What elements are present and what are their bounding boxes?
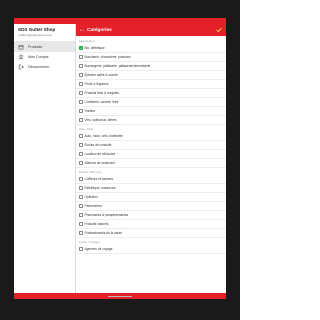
checkbox[interactable] bbox=[79, 247, 83, 251]
category-label: Location de véhicules bbox=[84, 152, 116, 156]
screen: SDS Gutter Shop mailbox@sdsgutter.co.uk … bbox=[14, 18, 226, 299]
category-row[interactable]: Professionnels de la santé bbox=[76, 229, 226, 238]
checkbox[interactable] bbox=[79, 82, 83, 86]
checkbox[interactable] bbox=[79, 186, 83, 190]
sidebar-item-label: Déconnexion bbox=[28, 65, 49, 69]
sidebar-item-account[interactable]: Mon Compte bbox=[14, 52, 75, 62]
category-label: Esthétique, manucure bbox=[84, 186, 116, 190]
category-row[interactable]: Parfumeries bbox=[76, 202, 226, 211]
confirm-check-icon[interactable] bbox=[215, 26, 223, 34]
section-header: Beauté / Bien-être bbox=[79, 169, 102, 174]
category-list: Alimentation Bio, diététique Boucherie, ch… bbox=[76, 36, 226, 254]
checkbox[interactable] bbox=[79, 204, 83, 208]
category-label: Épicerie salée & sucrée bbox=[84, 73, 119, 77]
category-row[interactable]: Bio, diététique bbox=[76, 44, 226, 53]
checkbox[interactable] bbox=[79, 55, 83, 59]
box-icon bbox=[18, 44, 24, 50]
section-header: Auto / Moto bbox=[79, 126, 94, 131]
category-label: Boucherie, charcuterie, poissons bbox=[84, 55, 131, 59]
page-title: Catégories bbox=[87, 27, 112, 33]
checkbox[interactable] bbox=[79, 134, 83, 138]
home-indicator bbox=[108, 296, 132, 297]
category-label: Produits frais & surgelés bbox=[84, 91, 120, 95]
category-row[interactable]: Écoles de conduite bbox=[76, 141, 226, 150]
category-row[interactable]: Auto, moto, vélo, trottinette bbox=[76, 132, 226, 141]
category-row[interactable]: Pharmacies & parapharmacies bbox=[76, 211, 226, 220]
category-label: Traiteur bbox=[84, 109, 96, 113]
category-label: Confiserie, caviste, thés bbox=[84, 100, 119, 104]
checkbox[interactable] bbox=[79, 143, 83, 147]
category-label: Agences de voyage bbox=[84, 247, 113, 251]
sidebar: SDS Gutter Shop mailbox@sdsgutter.co.uk … bbox=[14, 24, 76, 293]
shop-email: mailbox@sdsgutter.co.uk bbox=[18, 33, 52, 37]
logout-icon bbox=[18, 64, 24, 70]
checkbox[interactable] bbox=[79, 73, 83, 77]
category-label: Auto, moto, vélo, trottinette bbox=[84, 134, 123, 138]
checkbox[interactable] bbox=[79, 195, 83, 199]
checkbox[interactable] bbox=[79, 152, 83, 156]
checkbox-checked[interactable] bbox=[79, 46, 83, 50]
checkbox[interactable] bbox=[79, 161, 83, 165]
checkbox[interactable] bbox=[79, 91, 83, 95]
category-label: Stations de carburant bbox=[84, 161, 115, 165]
checkbox[interactable] bbox=[79, 231, 83, 235]
checkbox[interactable] bbox=[79, 109, 83, 113]
checkbox[interactable] bbox=[79, 100, 83, 104]
category-row[interactable]: Confiserie, caviste, thés bbox=[76, 98, 226, 107]
category-row[interactable]: Agences de voyage bbox=[76, 245, 226, 254]
sidebar-item-logout[interactable]: Déconnexion bbox=[14, 62, 75, 72]
section-header: Loisirs / Voyages bbox=[79, 239, 101, 244]
category-row[interactable]: Esthétique, manucure bbox=[76, 184, 226, 193]
category-label: Bio, diététique bbox=[84, 46, 105, 50]
category-row[interactable]: Vins, spiritueux, bières bbox=[76, 116, 226, 125]
user-icon bbox=[18, 54, 24, 60]
category-row[interactable]: Produits naturels bbox=[76, 220, 226, 229]
checkbox[interactable] bbox=[79, 64, 83, 68]
category-label: Écoles de conduite bbox=[84, 143, 112, 147]
sidebar-item-products[interactable]: Products bbox=[14, 42, 75, 52]
sidebar-item-label: Products bbox=[28, 45, 43, 49]
category-row[interactable]: Stations de carburant bbox=[76, 159, 226, 168]
category-row[interactable]: Location de véhicules bbox=[76, 150, 226, 159]
categories-panel: ← Catégories Alimentation Bio, diététique… bbox=[76, 24, 226, 293]
category-label: Parfumeries bbox=[84, 204, 102, 208]
category-row[interactable]: Fruits & légumes bbox=[76, 80, 226, 89]
category-row[interactable]: Boulangerie, pâtisserie, pâtisserie/vien… bbox=[76, 62, 226, 71]
category-row[interactable]: Produits frais & surgelés bbox=[76, 89, 226, 98]
category-label: Coiffeurs et barbiers bbox=[84, 177, 114, 181]
section-header: Alimentation bbox=[79, 38, 95, 43]
category-label: Fruits & légumes bbox=[84, 82, 109, 86]
category-label: Opticiens bbox=[84, 195, 98, 199]
category-row[interactable]: Boucherie, charcuterie, poissons bbox=[76, 53, 226, 62]
category-label: Vins, spiritueux, bières bbox=[84, 118, 117, 122]
checkmark-icon bbox=[80, 47, 82, 49]
category-label: Pharmacies & parapharmacies bbox=[84, 213, 129, 217]
category-label: Professionnels de la santé bbox=[84, 231, 122, 235]
checkbox[interactable] bbox=[79, 118, 83, 122]
tablet-frame: SDS Gutter Shop mailbox@sdsgutter.co.uk … bbox=[0, 0, 240, 320]
category-row[interactable]: Épicerie salée & sucrée bbox=[76, 71, 226, 80]
checkbox[interactable] bbox=[79, 222, 83, 226]
category-label: Boulangerie, pâtisserie, pâtisserie/vien… bbox=[84, 64, 151, 68]
back-arrow-icon[interactable]: ← bbox=[79, 27, 87, 33]
category-row[interactable]: Traiteur bbox=[76, 107, 226, 116]
category-row[interactable]: Coiffeurs et barbiers bbox=[76, 175, 226, 184]
checkbox[interactable] bbox=[79, 177, 83, 181]
category-label: Produits naturels bbox=[84, 222, 109, 226]
shop-header: SDS Gutter Shop mailbox@sdsgutter.co.uk bbox=[14, 24, 75, 42]
categories-header: ← Catégories bbox=[76, 24, 226, 36]
category-row[interactable]: Opticiens bbox=[76, 193, 226, 202]
sidebar-item-label: Mon Compte bbox=[28, 55, 49, 59]
checkbox[interactable] bbox=[79, 213, 83, 217]
